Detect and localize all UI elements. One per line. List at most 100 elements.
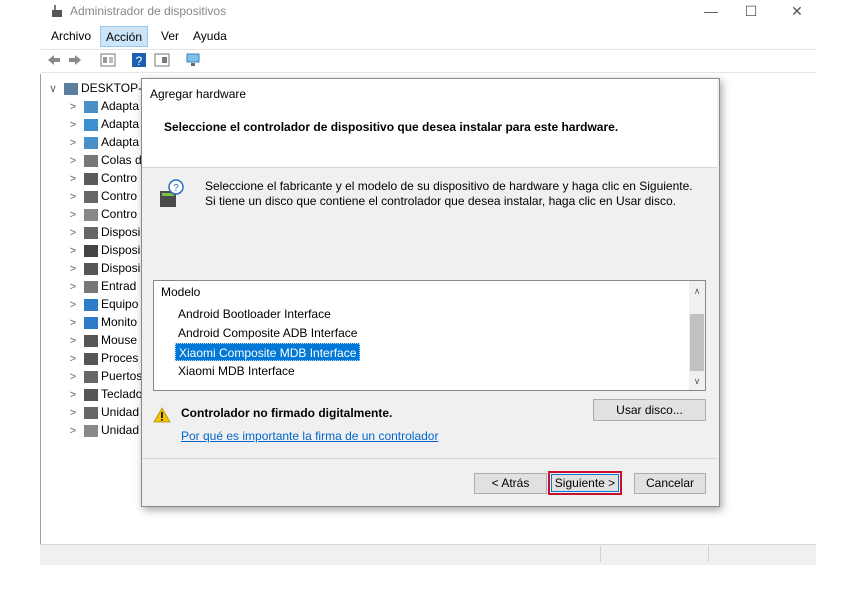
scan-hardware-icon[interactable] bbox=[185, 52, 201, 68]
back-arrow-icon[interactable] bbox=[46, 52, 62, 68]
tree-item-label: Mouse bbox=[101, 333, 138, 347]
device-category-icon bbox=[84, 226, 98, 239]
chevron-right-icon[interactable]: > bbox=[66, 152, 80, 170]
tree-item[interactable]: > Proces bbox=[66, 349, 139, 368]
dialog-separator bbox=[142, 458, 717, 459]
tree-item[interactable]: > Monito bbox=[66, 313, 137, 331]
device-category-icon bbox=[84, 352, 98, 365]
tree-item[interactable]: > Mouse bbox=[66, 331, 137, 349]
dialog-title: Agregar hardware bbox=[150, 87, 247, 101]
model-item-selected[interactable]: Xiaomi Composite MDB Interface bbox=[175, 343, 361, 361]
device-category-icon bbox=[84, 208, 98, 221]
scroll-down-icon[interactable]: ∨ bbox=[689, 374, 705, 388]
tree-item[interactable]: > Contro bbox=[66, 205, 137, 223]
model-column-header: Modelo bbox=[161, 285, 201, 299]
chevron-right-icon[interactable]: > bbox=[66, 116, 80, 134]
device-category-icon bbox=[84, 154, 98, 167]
device-category-icon bbox=[84, 244, 98, 257]
tree-item-label: Contro bbox=[101, 171, 138, 185]
model-item[interactable]: Xiaomi MDB Interface bbox=[175, 362, 298, 380]
tree-item[interactable]: > Unidad bbox=[66, 421, 139, 439]
device-manager-icon bbox=[52, 5, 62, 17]
properties-icon[interactable] bbox=[100, 52, 116, 68]
tree-item-label: Adapta bbox=[101, 117, 140, 131]
chevron-right-icon[interactable]: > bbox=[66, 242, 80, 260]
tree-item[interactable]: > Adapta bbox=[66, 133, 139, 151]
tree-item[interactable]: > Disposi bbox=[66, 241, 141, 260]
chevron-right-icon[interactable]: > bbox=[66, 332, 80, 350]
status-separator bbox=[600, 546, 601, 562]
tree-item[interactable]: > Entrad bbox=[66, 277, 137, 296]
chevron-right-icon[interactable]: > bbox=[66, 134, 80, 152]
chevron-right-icon[interactable]: > bbox=[66, 224, 80, 242]
tree-item-label: Colas d bbox=[101, 153, 142, 167]
scroll-thumb[interactable] bbox=[690, 314, 704, 371]
tree-item[interactable]: > Equipo bbox=[66, 295, 139, 314]
device-category-icon bbox=[84, 262, 98, 275]
tree-item[interactable]: > Puertos bbox=[66, 367, 143, 386]
status-separator bbox=[708, 546, 709, 562]
tree-item-label: Disposi bbox=[101, 225, 141, 239]
forward-arrow-icon[interactable] bbox=[67, 52, 83, 68]
menu-ayuda[interactable]: Ayuda bbox=[188, 26, 232, 47]
chevron-right-icon[interactable]: > bbox=[66, 368, 80, 386]
tree-item-label: Unidad bbox=[101, 423, 140, 437]
tree-item-label: Proces bbox=[101, 351, 139, 365]
device-category-icon bbox=[84, 136, 98, 149]
device-category-icon bbox=[84, 424, 98, 437]
warning-icon bbox=[153, 407, 171, 423]
device-category-icon bbox=[84, 334, 98, 347]
scroll-up-icon[interactable]: ∧ bbox=[689, 284, 705, 298]
device-category-icon bbox=[84, 172, 98, 185]
tree-item-label: Adapta bbox=[101, 135, 140, 149]
chevron-right-icon[interactable]: > bbox=[66, 188, 80, 206]
menu-ver[interactable]: Ver bbox=[156, 26, 184, 47]
chevron-right-icon[interactable]: > bbox=[66, 260, 80, 278]
unsigned-driver-warning: Controlador no firmado digitalmente. bbox=[181, 406, 393, 420]
cancel-button[interactable]: Cancelar bbox=[634, 473, 706, 494]
chevron-right-icon[interactable]: > bbox=[66, 296, 80, 314]
tree-item[interactable]: > Unidad bbox=[66, 403, 139, 421]
next-button[interactable]: Siguiente > bbox=[551, 474, 619, 492]
dialog-description: Seleccione el fabricante y el modelo de … bbox=[205, 179, 693, 208]
device-category-icon bbox=[84, 316, 98, 329]
tree-root[interactable]: ∨ DESKTOP-I bbox=[46, 79, 146, 98]
device-category-icon bbox=[84, 406, 98, 419]
chevron-right-icon[interactable]: > bbox=[66, 350, 80, 368]
menu-accion[interactable]: Acción bbox=[100, 26, 149, 47]
tree-item[interactable]: > Colas d bbox=[66, 151, 142, 169]
driver-signing-link[interactable]: Por qué es importante la firma de un con… bbox=[181, 429, 438, 443]
tree-item[interactable]: > Adapta bbox=[66, 97, 139, 115]
back-button[interactable]: < Atrás bbox=[474, 473, 547, 494]
tree-item[interactable]: > Teclado bbox=[66, 385, 143, 404]
help-icon[interactable]: ? bbox=[131, 52, 147, 68]
menu-archivo[interactable]: Archivo bbox=[46, 26, 96, 47]
chevron-right-icon[interactable]: > bbox=[66, 314, 80, 332]
tree-item-label: Puertos bbox=[101, 369, 143, 383]
chevron-right-icon[interactable]: > bbox=[66, 386, 80, 404]
status-bar bbox=[40, 544, 816, 565]
tree-item[interactable]: > Contro bbox=[66, 169, 137, 187]
chevron-right-icon[interactable]: > bbox=[66, 278, 80, 296]
tree-item[interactable]: > Disposi bbox=[66, 223, 141, 242]
tree-item-label: Monito bbox=[101, 315, 138, 329]
tree-root-label: DESKTOP-I bbox=[81, 81, 146, 95]
chevron-right-icon[interactable]: > bbox=[66, 98, 80, 116]
chevron-right-icon[interactable]: > bbox=[66, 206, 80, 224]
device-category-icon bbox=[84, 370, 98, 383]
chevron-down-icon[interactable]: ∨ bbox=[46, 80, 60, 98]
tree-item[interactable]: > Disposi bbox=[66, 259, 141, 278]
use-disk-button[interactable]: Usar disco... bbox=[593, 399, 706, 421]
tree-item-label: Teclado bbox=[101, 387, 143, 401]
chevron-right-icon[interactable]: > bbox=[66, 404, 80, 422]
chevron-right-icon[interactable]: > bbox=[66, 170, 80, 188]
tree-item[interactable]: > Contro bbox=[66, 187, 137, 205]
close-button[interactable]: ✕ bbox=[774, 0, 820, 24]
model-item[interactable]: Android Composite ADB Interface bbox=[175, 324, 360, 342]
model-item[interactable]: Android Bootloader Interface bbox=[175, 305, 334, 323]
tree-item[interactable]: > Adapta bbox=[66, 115, 139, 133]
maximize-button[interactable]: ☐ bbox=[728, 0, 774, 24]
chevron-right-icon[interactable]: > bbox=[66, 422, 80, 440]
hardware-help-icon: ? bbox=[160, 179, 184, 207]
view-icon[interactable] bbox=[154, 52, 170, 68]
